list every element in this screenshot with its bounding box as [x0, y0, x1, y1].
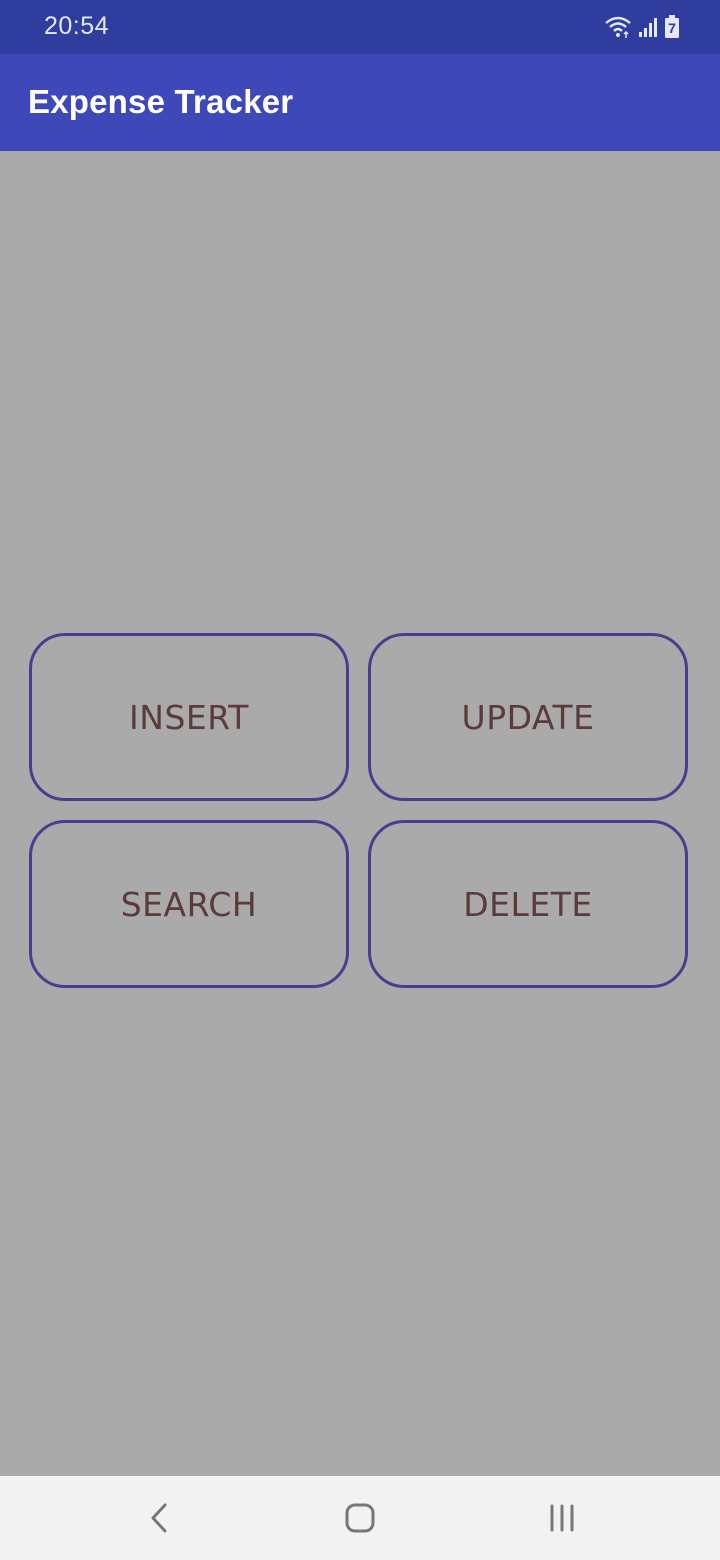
battery-icon: 7 — [664, 15, 680, 39]
wifi-icon — [604, 15, 632, 39]
app-bar: Expense Tracker — [0, 54, 720, 151]
main-content: INSERT UPDATE SEARCH DELETE — [0, 151, 720, 1476]
home-icon[interactable] — [340, 1498, 380, 1538]
status-icons: 7 — [604, 15, 680, 39]
app-title: Expense Tracker — [28, 83, 294, 120]
battery-level-text: 7 — [668, 20, 676, 36]
navigation-bar — [0, 1476, 720, 1560]
update-button[interactable]: UPDATE — [368, 633, 688, 801]
back-icon[interactable] — [139, 1498, 179, 1538]
search-button[interactable]: SEARCH — [29, 820, 349, 988]
status-time: 20:54 — [44, 12, 110, 40]
recent-apps-icon[interactable] — [542, 1498, 582, 1538]
delete-button[interactable]: DELETE — [368, 820, 688, 988]
status-bar: 20:54 7 — [0, 0, 720, 54]
insert-button[interactable]: INSERT — [29, 633, 349, 801]
signal-icon — [638, 16, 658, 38]
